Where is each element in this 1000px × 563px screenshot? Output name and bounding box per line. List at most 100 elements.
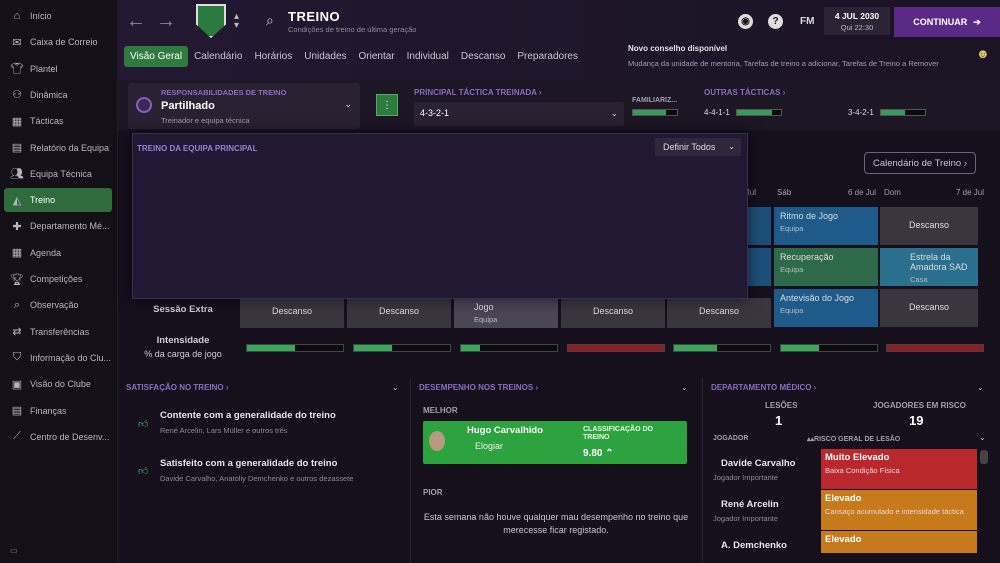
rating-label: CLASSIFICAÇÃO DO TREINO xyxy=(583,426,653,441)
sidebar-item-label: Relatório da Equipa xyxy=(30,142,110,153)
session-cell-sab[interactable]: Ritmo de Jogo Equipa xyxy=(774,207,878,245)
risk-badge: Muito Elevado Baixa Condição Física xyxy=(821,449,977,489)
rating-value: 9.80 ⌃ xyxy=(583,448,614,459)
notification[interactable]: Novo conselho disponível Mudança da unid… xyxy=(628,44,973,68)
tab[interactable]: Calendário xyxy=(188,46,248,67)
responsibilities-dropdown[interactable]: RESPONSABILIDADES DE TREINO Partilhado T… xyxy=(128,83,360,129)
sidebar-item[interactable]: ▦ Tácticas xyxy=(4,109,112,133)
other-tactics-label[interactable]: OUTRAS TÁCTICAS › xyxy=(704,88,785,97)
sidebar-item-label: Equipa Técnica xyxy=(30,168,92,179)
notification-title: Novo conselho disponível xyxy=(628,44,728,53)
tab[interactable]: Visão Geral xyxy=(124,46,189,67)
training-icon: ◭ xyxy=(12,194,22,207)
session-cell-dom[interactable]: Estrela da Amadora SAD Casa xyxy=(880,248,978,286)
sidebar-item-label: Departamento Mé... xyxy=(30,221,110,232)
sidebar-item[interactable]: ▣ Visão do Clube xyxy=(4,372,112,396)
sidebar-item[interactable]: ⟋ Centro de Desenv... xyxy=(4,425,112,449)
continue-label: CONTINUAR xyxy=(913,17,968,27)
session-cell-sab[interactable]: Antevisão do Jogo Equipa xyxy=(774,289,878,327)
tab[interactable]: Preparadores xyxy=(511,46,584,67)
medical-player-role: Jogador Importante xyxy=(713,473,779,482)
other-tactic-familiarity-bar xyxy=(880,109,926,116)
back-arrow-icon[interactable]: ← xyxy=(126,10,146,33)
satisfaction-title[interactable]: SATISFAÇÃO NO TREINO › xyxy=(126,383,229,392)
tab[interactable]: Descanso xyxy=(455,46,511,67)
satisfaction-panel: SATISFAÇÃO NO TREINO › ⌄ 👍︎ Contente com… xyxy=(118,378,410,563)
sidebar-item-label: Plantel xyxy=(30,63,58,74)
familiarity-bar xyxy=(632,109,678,116)
medical-player-name[interactable]: A. Demchenko xyxy=(721,540,787,551)
chevron-down-icon[interactable]: ⌄ xyxy=(681,383,688,392)
tab[interactable]: Individual xyxy=(401,46,455,67)
main-tactic-select[interactable]: 4-3-2-1 ⌄ xyxy=(414,102,624,126)
sidebar-item[interactable]: 👕︎ Plantel xyxy=(4,57,112,81)
club-crest[interactable] xyxy=(196,4,226,38)
injuries-label: LESÕES xyxy=(765,401,798,410)
tab[interactable]: Horários xyxy=(248,46,298,67)
sidebar-item[interactable]: ⚇ Dinâmica xyxy=(4,83,112,107)
thumbs-up-icon: 👍︎ xyxy=(138,419,149,430)
sidebar-item[interactable]: ⇄ Transferências xyxy=(4,320,112,344)
chevron-down-icon[interactable]: ⌄ xyxy=(979,433,986,442)
globe-icon[interactable]: ◉ xyxy=(738,14,753,29)
tab[interactable]: Unidades xyxy=(298,46,352,67)
extra-session-cell[interactable]: Jogo Equipa xyxy=(454,298,558,328)
session-cell-sab[interactable]: Recuperação Equipa xyxy=(774,248,878,286)
fm-menu-icon[interactable]: FM xyxy=(800,16,814,27)
player-column-header[interactable]: JOGADOR xyxy=(713,435,748,442)
sidebar-item[interactable]: ▤ Finanças xyxy=(4,399,112,423)
satisfaction-item-title: Contente com a generalidade do treino xyxy=(160,410,336,421)
page-subtitle: Condições de treino de última geração xyxy=(288,25,417,34)
risk-column-header[interactable]: ▴▴RISCO GERAL DE LESÃO xyxy=(807,435,900,443)
chevron-down-icon[interactable]: ⌄ xyxy=(977,383,984,392)
club-switch-icon[interactable]: ▴ ▾ xyxy=(234,12,239,31)
best-label: MELHOR xyxy=(423,406,458,415)
sidebar-item[interactable]: ⌕ Observação xyxy=(4,293,112,317)
sidebar-item[interactable]: ▦ Agenda xyxy=(4,241,112,265)
risk-badge: Elevado xyxy=(821,531,977,553)
best-player-card[interactable]: Hugo Carvalhido Elogiar CLASSIFICAÇÃO DO… xyxy=(423,421,687,464)
medical-player-name[interactable]: Davide Carvalho xyxy=(721,458,795,469)
date-display[interactable]: 4 JUL 2030 Qui 22:30 xyxy=(824,7,890,35)
sidebar-item-label: Centro de Desenv... xyxy=(30,431,110,442)
extra-session-cell[interactable]: Descanso xyxy=(667,298,771,328)
continue-button[interactable]: CONTINUAR ➔ xyxy=(894,7,1000,37)
performance-title[interactable]: DESEMPENHO NOS TREINOS › xyxy=(419,383,538,392)
medical-title[interactable]: DEPARTAMENTO MÉDICO › xyxy=(711,383,816,392)
sidebar-item[interactable]: ✚ Departamento Mé... xyxy=(4,214,112,238)
sidebar-item[interactable]: 👥︎ Equipa Técnica xyxy=(4,162,112,186)
day-date: 7 de Jul xyxy=(956,188,985,197)
medical-player-role: Jogador Importante xyxy=(713,514,779,523)
extra-session-cell[interactable]: Descanso xyxy=(240,298,344,328)
arrow-right-icon: ➔ xyxy=(973,16,981,27)
scrollbar[interactable] xyxy=(980,450,988,464)
extra-session-cell[interactable]: Descanso xyxy=(347,298,451,328)
set-all-button[interactable]: Definir Todos ⌄ xyxy=(655,138,741,156)
advisor-icon[interactable]: ☻ xyxy=(976,46,990,61)
sidebar-item[interactable]: ⌂ Início xyxy=(4,4,112,28)
chevron-down-icon[interactable]: ⌄ xyxy=(392,383,399,392)
help-icon[interactable]: ? xyxy=(768,14,783,29)
medical-player-name[interactable]: René Arcelin xyxy=(721,499,779,510)
modal-title: TREINO DA EQUIPA PRINCIPAL xyxy=(137,144,258,153)
other-tactic-familiarity-bar xyxy=(736,109,782,116)
training-calendar-button[interactable]: Calendário de Treino › xyxy=(864,152,976,174)
tab[interactable]: Orientar xyxy=(353,46,401,67)
day-name: Dom xyxy=(884,188,901,197)
sidebar-item[interactable]: ◭ Treino xyxy=(4,188,112,213)
main-tactic-label[interactable]: PRINCIPAL TÁCTICA TREINADA › xyxy=(414,88,542,97)
responsibilities-label: RESPONSABILIDADES DE TREINO xyxy=(161,88,287,97)
session-title: Recuperação xyxy=(780,252,834,262)
session-cell-dom[interactable]: Descanso xyxy=(880,207,978,245)
sidebar-item-label: Início xyxy=(30,11,52,21)
extra-session-cell[interactable]: Descanso xyxy=(561,298,665,328)
forward-arrow-icon[interactable]: → xyxy=(156,10,176,33)
sidebar-footer-icon[interactable]: ▭ xyxy=(10,546,18,555)
sidebar-item[interactable]: ⛉ Informação do Clu... xyxy=(4,346,112,370)
sidebar-item[interactable]: 🏆︎ Competições xyxy=(4,267,112,291)
player-name[interactable]: Hugo Carvalhido xyxy=(467,425,543,436)
sidebar-item[interactable]: ✉ Caixa de Correio xyxy=(4,30,112,54)
session-cell-dom[interactable]: Descanso xyxy=(880,289,978,327)
search-icon[interactable]: ⌕ xyxy=(266,12,274,29)
sidebar-item[interactable]: ▤ Relatório da Equipa xyxy=(4,136,112,160)
